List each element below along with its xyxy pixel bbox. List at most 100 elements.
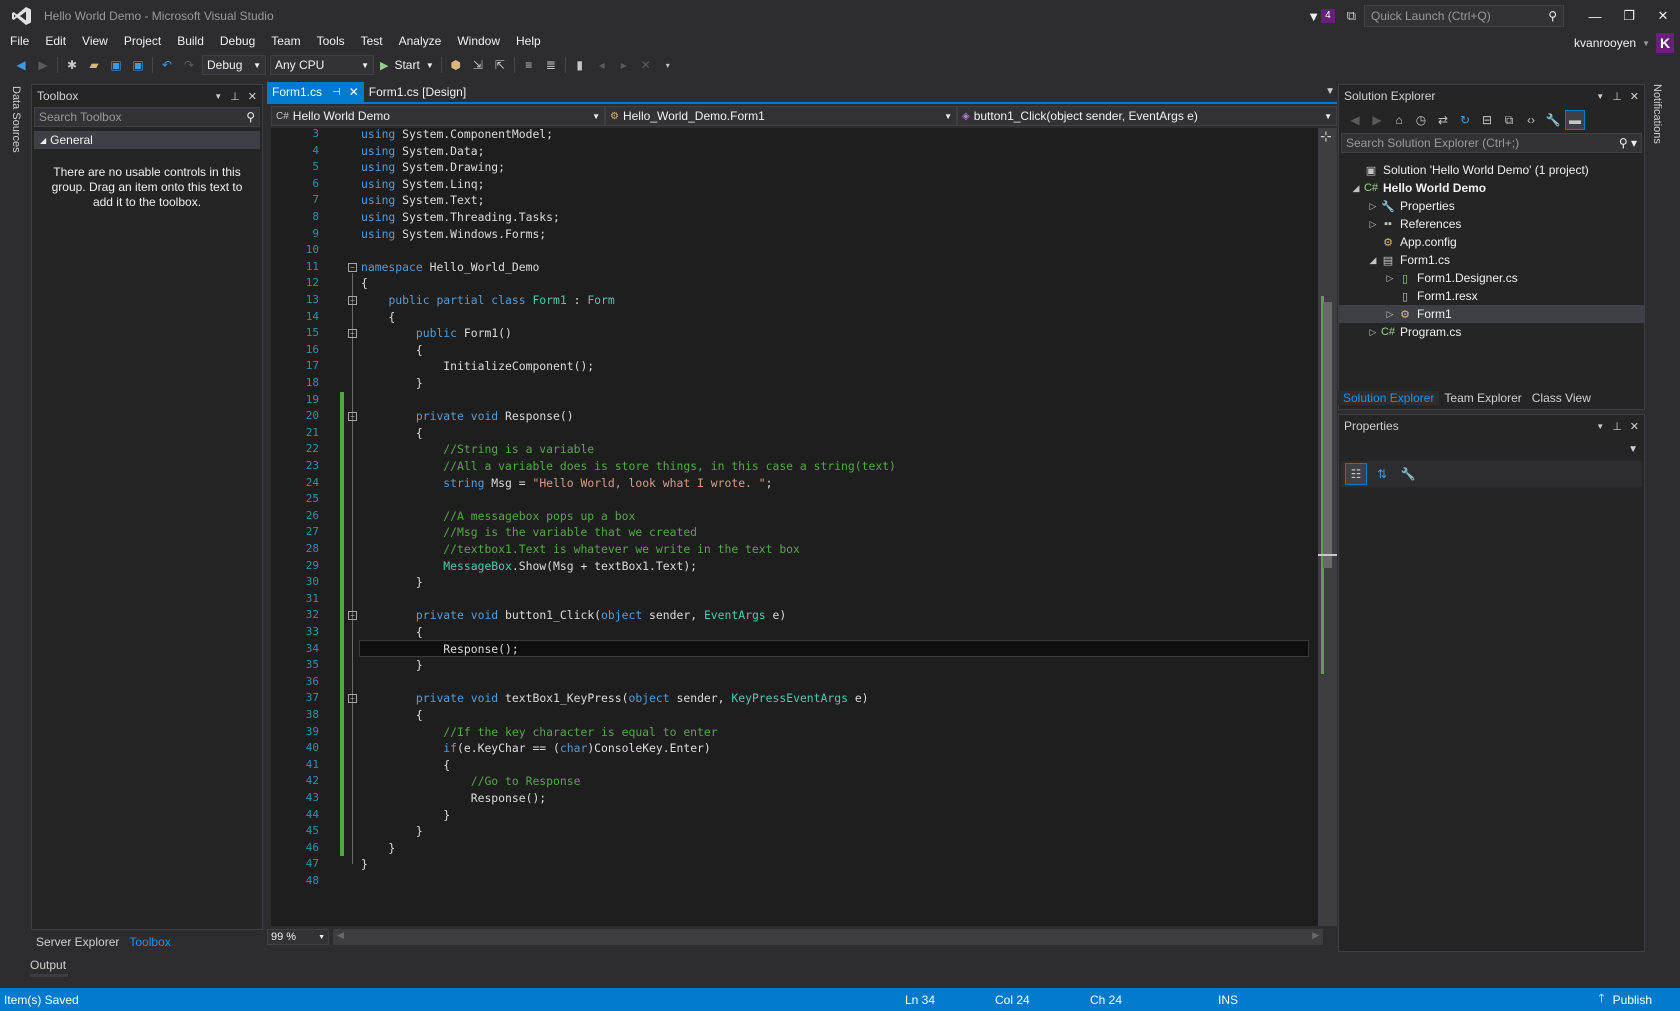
- code-line[interactable]: //Msg is the variable that we created: [361, 524, 697, 541]
- dropdown-icon[interactable]: ▼: [214, 92, 222, 101]
- minimize-button[interactable]: —: [1578, 0, 1612, 32]
- menu-view[interactable]: View: [74, 32, 116, 50]
- properties-wrench-icon[interactable]: 🔧: [1543, 110, 1563, 130]
- properties-object-select[interactable]: ▼: [1341, 439, 1642, 459]
- code-editor[interactable]: 3 4 5 6 7 8 9 10 11 12 13 14 15 16 17 18 19 20 21 22 23 24 25 2…: [271, 128, 1318, 926]
- code-line[interactable]: private void Response(): [361, 408, 574, 425]
- expanded-arrow-icon[interactable]: ◢: [1366, 255, 1380, 266]
- code-line[interactable]: MessageBox.Show(Msg + textBox1.Text);: [361, 558, 697, 575]
- solution-configuration-select[interactable]: Debug ▼: [202, 55, 266, 75]
- tab-form1-design[interactable]: Form1.cs [Design]: [364, 82, 471, 102]
- code-line[interactable]: {: [361, 275, 368, 292]
- pin-icon[interactable]: ⊥: [230, 90, 240, 103]
- show-all-files-icon[interactable]: ⧉: [1499, 110, 1519, 130]
- menu-build[interactable]: Build: [169, 32, 212, 50]
- code-line[interactable]: private void button1_Click(object sender…: [361, 607, 786, 624]
- tree-item[interactable]: ▷ 🔧 Properties: [1339, 197, 1644, 215]
- step-into-icon[interactable]: ⇲: [467, 54, 489, 76]
- navigate-back-icon[interactable]: ◀: [10, 54, 32, 76]
- menu-window[interactable]: Window: [449, 32, 508, 50]
- navigate-forward-icon[interactable]: ▶: [32, 54, 54, 76]
- alphabetical-sort-icon[interactable]: ⇅: [1371, 463, 1393, 485]
- code-line[interactable]: Response();: [361, 790, 546, 807]
- code-line[interactable]: //Go to Response: [361, 773, 581, 790]
- tabs-dropdown-icon[interactable]: ▼: [1325, 86, 1335, 97]
- class-dropdown[interactable]: ⚙ Hello_World_Demo.Form1 ▼: [605, 106, 957, 126]
- outdent-icon[interactable]: ≣: [540, 54, 562, 76]
- code-line[interactable]: }: [361, 657, 423, 674]
- close-window-button[interactable]: ✕: [1646, 0, 1680, 32]
- tree-item[interactable]: ▣ Solution 'Hello World Demo' (1 project): [1339, 161, 1644, 179]
- save-all-icon[interactable]: ▣: [127, 54, 149, 76]
- code-line[interactable]: {: [361, 425, 423, 442]
- undo-icon[interactable]: ↶: [156, 54, 178, 76]
- code-line[interactable]: using System.ComponentModel;: [361, 128, 553, 143]
- indent-icon[interactable]: ≡: [518, 54, 540, 76]
- close-icon[interactable]: ✕: [248, 90, 257, 103]
- notifications-button[interactable]: ▼ 4: [1307, 9, 1335, 24]
- sync-active-document-icon[interactable]: ⇄: [1433, 110, 1453, 130]
- back-icon[interactable]: ◀: [1345, 110, 1365, 130]
- open-file-icon[interactable]: ▰: [83, 54, 105, 76]
- menu-test[interactable]: Test: [353, 32, 391, 50]
- feedback-icon[interactable]: ⧉: [1347, 8, 1356, 24]
- zoom-select[interactable]: 99 % ▼: [267, 929, 329, 945]
- collapsed-arrow-icon[interactable]: ▷: [1383, 309, 1397, 320]
- tab-solution-explorer[interactable]: Solution Explorer: [1338, 391, 1440, 405]
- tree-item[interactable]: ▷ ▪▪ References: [1339, 215, 1644, 233]
- code-line[interactable]: string Msg = "Hello World, look what I w…: [361, 475, 772, 492]
- tree-item[interactable]: ▷ ⚙ Form1: [1339, 305, 1644, 323]
- next-bookmark-icon[interactable]: ▸: [613, 54, 635, 76]
- collapse-region-icon[interactable]: −: [348, 694, 357, 704]
- code-line[interactable]: {: [361, 309, 395, 326]
- code-line[interactable]: //String is a variable: [361, 441, 594, 458]
- close-icon[interactable]: ✕: [1630, 420, 1639, 433]
- toolbar-overflow-icon[interactable]: ▾: [657, 54, 679, 76]
- code-line[interactable]: }: [361, 823, 423, 840]
- tab-toolbox[interactable]: Toolbox: [124, 935, 176, 949]
- restore-button[interactable]: ❐: [1612, 0, 1646, 32]
- code-line[interactable]: using System.Drawing;: [361, 159, 505, 176]
- publish-button[interactable]: 🡑 Publish: [1598, 989, 1652, 1010]
- collapsed-arrow-icon[interactable]: ▷: [1366, 327, 1380, 338]
- code-line[interactable]: }: [361, 840, 395, 857]
- refresh-icon[interactable]: ↻: [1455, 110, 1475, 130]
- collapsed-arrow-icon[interactable]: ▷: [1366, 201, 1380, 212]
- code-line[interactable]: using System.Data;: [361, 143, 484, 160]
- close-icon[interactable]: ✕: [1630, 90, 1639, 103]
- member-dropdown[interactable]: ◈ button1_Click(object sender, EventArgs …: [957, 106, 1337, 126]
- pending-changes-filter-icon[interactable]: ◷: [1411, 110, 1431, 130]
- code-line[interactable]: //A messagebox pops up a box: [361, 508, 635, 525]
- code-line[interactable]: //textbox1.Text is whatever we write in …: [361, 541, 800, 558]
- browser-link-icon[interactable]: ⬢: [445, 54, 467, 76]
- editor-vertical-scrollbar[interactable]: [1318, 128, 1337, 926]
- quick-launch-input[interactable]: Quick Launch (Ctrl+Q) ⚲: [1364, 5, 1564, 27]
- code-line[interactable]: {: [361, 707, 423, 724]
- code-line[interactable]: using System.Windows.Forms;: [361, 226, 546, 243]
- menu-tools[interactable]: Tools: [309, 32, 353, 50]
- menu-project[interactable]: Project: [116, 32, 169, 50]
- menu-help[interactable]: Help: [508, 32, 549, 50]
- code-line[interactable]: InitializeComponent();: [361, 358, 594, 375]
- property-pages-wrench-icon[interactable]: 🔧: [1397, 463, 1419, 485]
- code-line[interactable]: //All a variable does is store things, i…: [361, 458, 896, 475]
- code-line[interactable]: }: [361, 375, 423, 392]
- menu-edit[interactable]: Edit: [37, 32, 74, 50]
- pin-tab-icon[interactable]: ⊣: [332, 87, 341, 98]
- dropdown-icon[interactable]: ▼: [1596, 422, 1604, 431]
- previous-bookmark-icon[interactable]: ◂: [591, 54, 613, 76]
- menu-debug[interactable]: Debug: [212, 32, 263, 50]
- code-line[interactable]: //If the key character is equal to enter: [361, 724, 717, 741]
- tab-form1-cs[interactable]: Form1.cs ⊣ ✕: [267, 82, 364, 102]
- tree-item[interactable]: ◢ C# Hello World Demo: [1339, 179, 1644, 197]
- scroll-right-icon[interactable]: ▶: [1312, 930, 1319, 941]
- preview-selected-items-icon[interactable]: ▬: [1565, 110, 1585, 130]
- collapse-region-icon[interactable]: −: [348, 262, 357, 272]
- code-line[interactable]: {: [361, 757, 450, 774]
- menu-file[interactable]: File: [0, 32, 37, 50]
- code-line[interactable]: using System.Text;: [361, 192, 484, 209]
- collapse-region-icon[interactable]: −: [348, 412, 357, 422]
- code-line[interactable]: }: [361, 807, 450, 824]
- data-sources-tab[interactable]: Data Sources: [10, 86, 22, 153]
- code-line[interactable]: private void textBox1_KeyPress(object se…: [361, 690, 869, 707]
